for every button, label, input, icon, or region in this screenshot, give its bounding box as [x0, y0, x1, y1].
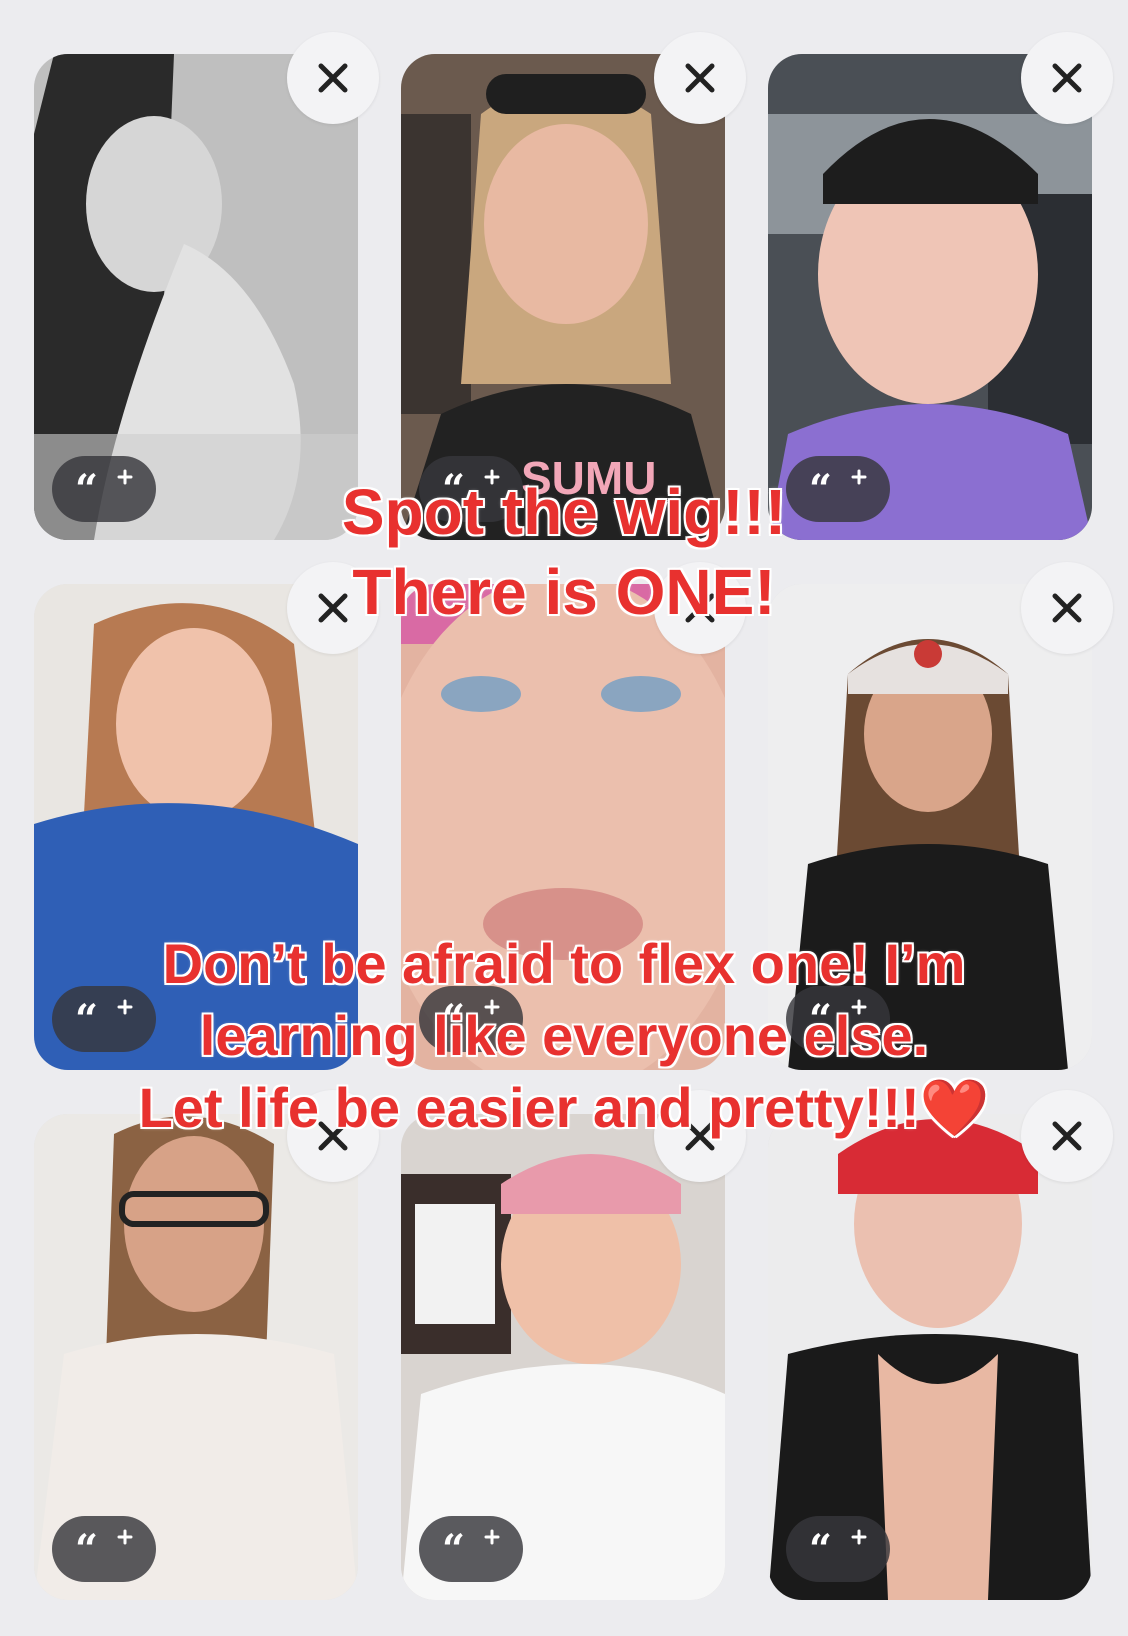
caption-line-1: Don’t be afraid to flex one! I’m [162, 931, 967, 996]
quote-plus-icon: “ [442, 1529, 500, 1569]
close-icon [318, 63, 348, 93]
close-button[interactable] [1021, 32, 1113, 124]
quote-button[interactable]: “ [786, 1516, 890, 1582]
photo-card[interactable]: “ [401, 1114, 725, 1600]
close-icon [1052, 63, 1082, 93]
svg-text:“: “ [442, 1529, 465, 1569]
quote-plus-icon: “ [809, 1529, 867, 1569]
svg-text:“: “ [75, 1529, 98, 1569]
quote-plus-icon: “ [75, 1529, 133, 1569]
close-button[interactable] [654, 32, 746, 124]
caption-line-3: Let life be easier and pretty!!!❤️ [138, 1075, 991, 1140]
quote-button[interactable]: “ [419, 1516, 523, 1582]
headline-line-2: There is ONE! [351, 555, 776, 629]
headline-overlay: Spot the wig!!! There is ONE! [0, 472, 1128, 632]
caption-overlay: Don’t be afraid to flex one! I’m learnin… [0, 928, 1128, 1144]
photo-card[interactable]: “ [34, 1114, 358, 1600]
close-button[interactable] [287, 32, 379, 124]
close-icon [685, 63, 715, 93]
quote-button[interactable]: “ [52, 1516, 156, 1582]
photo-card[interactable]: “ [768, 1114, 1092, 1600]
photo-card[interactable]: SUMU “ [401, 54, 725, 540]
photo-grid: “ SUMU “ “ “ “ “ “ “ “ [0, 0, 1128, 1636]
caption-line-2: learning like everyone else. [199, 1003, 929, 1068]
photo-card[interactable]: “ [768, 54, 1092, 540]
svg-text:“: “ [809, 1529, 832, 1569]
photo-card[interactable]: “ [34, 54, 358, 540]
headline-line-1: Spot the wig!!! [341, 475, 787, 549]
